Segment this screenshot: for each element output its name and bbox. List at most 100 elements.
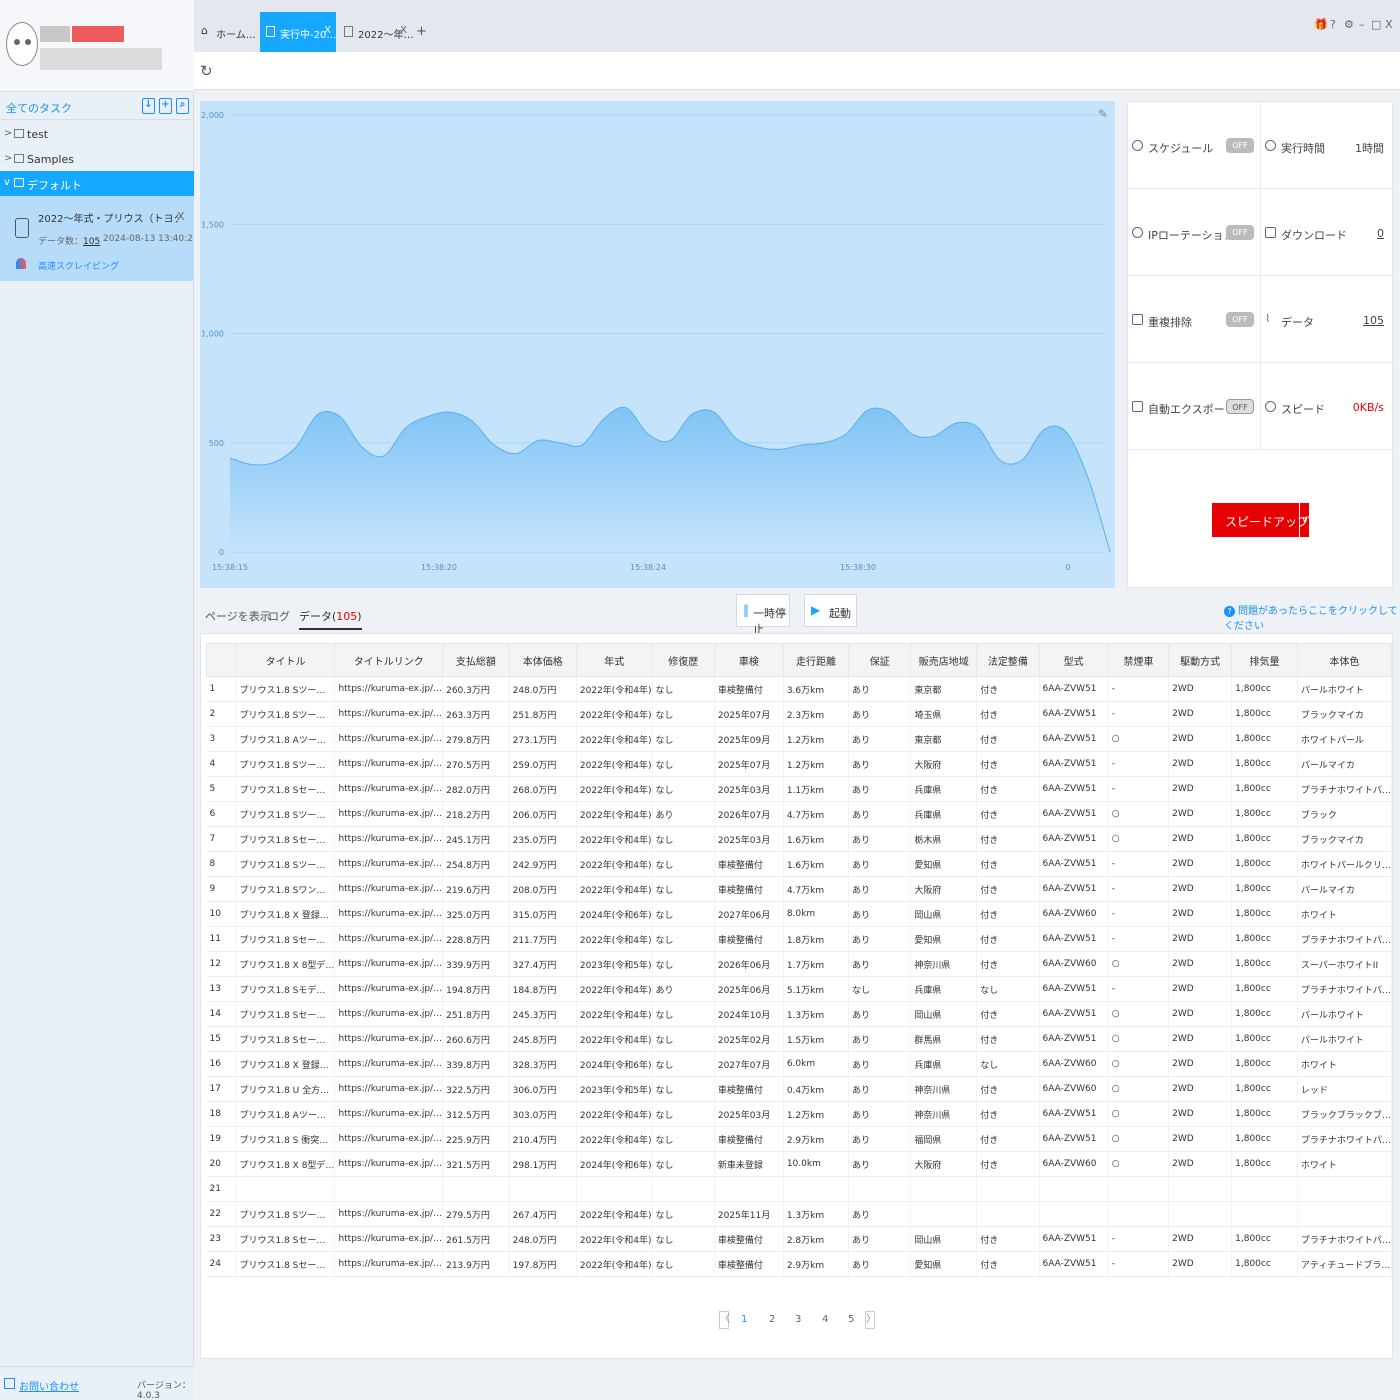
table-cell: 6AA-ZVW51 xyxy=(1039,676,1109,702)
column-header[interactable]: 車検 xyxy=(713,643,784,677)
column-header[interactable]: 排気量 xyxy=(1231,643,1298,677)
table-row[interactable]: 2 プリウス1.8 Sツー… https://kuruma-ex.jp/… 263.3… xyxy=(206,701,1393,727)
column-header[interactable] xyxy=(206,643,237,677)
tree-item-test[interactable]: > test xyxy=(0,122,194,147)
column-header[interactable]: タイトルリンク xyxy=(334,643,444,677)
page-2[interactable]: 2 xyxy=(769,1314,775,1325)
row-index: 24 xyxy=(206,1251,237,1277)
ip-rotation-toggle[interactable]: OFF xyxy=(1226,225,1254,240)
start-button[interactable]: ▶ 起動 xyxy=(804,594,857,627)
column-header[interactable]: 本体価格 xyxy=(508,643,577,677)
table-cell: 2022年(令和4年) xyxy=(576,776,653,802)
column-header[interactable]: 走行距離 xyxy=(782,643,850,677)
table-row[interactable]: 23 プリウス1.8 Sセー… https://kuruma-ex.jp/… 261.… xyxy=(206,1226,1393,1252)
search-task-icon[interactable]: ⌕ xyxy=(176,98,189,114)
add-tab-button[interactable]: + xyxy=(416,24,427,39)
maximize-icon[interactable]: □ xyxy=(1371,18,1381,31)
new-task-icon[interactable]: + xyxy=(159,98,172,114)
column-header[interactable]: 駆動方式 xyxy=(1168,643,1233,677)
column-header[interactable]: 禁煙車 xyxy=(1107,643,1170,677)
column-header[interactable]: 本体色 xyxy=(1296,643,1393,677)
table-row[interactable]: 13 プリウス1.8 Sモデ… https://kuruma-ex.jp/… 194.… xyxy=(206,976,1393,1002)
tab-task[interactable]: 2022〜年… X xyxy=(338,12,413,52)
column-header[interactable]: 型式 xyxy=(1038,643,1109,677)
dedupe-toggle[interactable]: OFF xyxy=(1226,312,1254,327)
table-row[interactable]: 6 プリウス1.8 Sツー… https://kuruma-ex.jp/… 218.2… xyxy=(206,801,1393,827)
page-3[interactable]: 3 xyxy=(795,1314,801,1325)
table-row[interactable]: 12 プリウス1.8 X 8型デ… https://kuruma-ex.jp/… 33… xyxy=(206,951,1393,977)
close-window-icon[interactable]: X xyxy=(1385,18,1393,31)
page-4[interactable]: 4 xyxy=(822,1314,828,1325)
column-header[interactable]: 法定整備 xyxy=(976,643,1040,677)
contact-link[interactable]: お問い合わせ xyxy=(19,1378,79,1393)
import-icon[interactable]: ↓ xyxy=(142,98,155,114)
next-page-button[interactable]: 〉 xyxy=(865,1311,876,1329)
refresh-icon[interactable]: ↻ xyxy=(200,62,213,80)
help-link[interactable]: ? 問題があったらここをクリックしてください xyxy=(1224,602,1400,632)
table-row[interactable]: 18 プリウス1.8 Aツー… https://kuruma-ex.jp/… 312.… xyxy=(206,1101,1393,1127)
table-row[interactable]: 22 プリウス1.8 Sツー… https://kuruma-ex.jp/… 279.… xyxy=(206,1201,1393,1227)
table-row[interactable]: 3 プリウス1.8 Aツー… https://kuruma-ex.jp/… 279.8… xyxy=(206,726,1393,752)
table-row[interactable]: 5 プリウス1.8 Sセー… https://kuruma-ex.jp/… 282.0… xyxy=(206,776,1393,802)
table-row[interactable]: 21 xyxy=(206,1176,1393,1202)
table-row[interactable]: 11 プリウス1.8 Sセー… https://kuruma-ex.jp/… 228.… xyxy=(206,926,1393,952)
task-card[interactable]: 2022〜年式・プリウス（トヨタ）の中古車… X データ数：105 2024-0… xyxy=(0,196,194,281)
table-row[interactable]: 1 プリウス1.8 Sツー… https://kuruma-ex.jp/… 260.3… xyxy=(206,676,1393,702)
table-row[interactable]: 20 プリウス1.8 X 8型デ… https://kuruma-ex.jp/… 32… xyxy=(206,1151,1393,1177)
prev-page-button[interactable]: 〈 xyxy=(719,1311,730,1329)
edit-icon[interactable]: ✎ xyxy=(1098,107,1108,121)
page-1[interactable]: 1 xyxy=(741,1314,747,1325)
minimize-icon[interactable]: – xyxy=(1359,18,1365,31)
data-value[interactable]: 105 xyxy=(1363,314,1384,327)
download-value[interactable]: 0 xyxy=(1377,227,1384,240)
table-row[interactable]: 19 プリウス1.8 S 衝突… https://kuruma-ex.jp/… 225… xyxy=(206,1126,1393,1152)
auto-export-toggle[interactable]: OFF xyxy=(1226,399,1254,414)
table-row[interactable]: 7 プリウス1.8 Sセー… https://kuruma-ex.jp/… 245.1… xyxy=(206,826,1393,852)
column-header[interactable]: 保証 xyxy=(848,643,912,677)
column-header[interactable]: 販売店地域 xyxy=(910,643,978,677)
table-row[interactable]: 16 プリウス1.8 X 登録… https://kuruma-ex.jp/… 339… xyxy=(206,1051,1393,1077)
table-cell: - xyxy=(1108,926,1170,952)
table-row[interactable]: 14 プリウス1.8 Sセー… https://kuruma-ex.jp/… 251.… xyxy=(206,1001,1393,1027)
tree-item-samples[interactable]: > Samples xyxy=(0,147,194,172)
speedup-button[interactable]: スピードアップ ∨ xyxy=(1212,503,1309,537)
page-5[interactable]: 5 xyxy=(848,1314,854,1325)
column-header[interactable]: 支払総額 xyxy=(442,643,510,677)
tab-home[interactable]: ⌂ ホーム… xyxy=(196,12,266,52)
table-row[interactable]: 17 プリウス1.8 U 全方… https://kuruma-ex.jp/… 322… xyxy=(206,1076,1393,1102)
tab-log[interactable]: ログ xyxy=(268,608,290,624)
table-cell: 1,800cc xyxy=(1231,1001,1298,1027)
table-row[interactable]: 24 プリウス1.8 Sセー… https://kuruma-ex.jp/… 213.… xyxy=(206,1251,1393,1277)
avatar[interactable] xyxy=(6,22,38,66)
table-cell: 愛知県 xyxy=(910,851,978,877)
pause-button[interactable]: ‖ 一時停止 xyxy=(736,594,790,636)
tab-data[interactable]: データ(105) xyxy=(299,608,362,630)
table-row[interactable]: 8 プリウス1.8 Sツー… https://kuruma-ex.jp/… 254.8… xyxy=(206,851,1393,877)
table-row[interactable]: 15 プリウス1.8 Sセー… https://kuruma-ex.jp/… 260.… xyxy=(206,1026,1393,1052)
tab-page-view[interactable]: ページを表示 xyxy=(205,608,271,624)
close-tab-icon[interactable]: X xyxy=(400,25,407,36)
tab-running[interactable]: 実行中-20… X xyxy=(260,12,336,52)
table-row[interactable]: 10 プリウス1.8 X 登録… https://kuruma-ex.jp/… 325… xyxy=(206,901,1393,927)
all-tasks-title[interactable]: 全てのタスク xyxy=(6,100,72,116)
table-cell: 愛知県 xyxy=(910,926,978,952)
table-row[interactable]: 9 プリウス1.8 Sワン… https://kuruma-ex.jp/… 219.6… xyxy=(206,876,1393,902)
close-tab-icon[interactable]: X xyxy=(324,25,331,36)
table-row[interactable]: 4 プリウス1.8 Sツー… https://kuruma-ex.jp/… 270.5… xyxy=(206,751,1393,777)
column-header[interactable]: タイトル xyxy=(235,643,336,677)
data-count-value[interactable]: 105 xyxy=(83,237,100,247)
settings-icon[interactable]: ⚙ xyxy=(1344,18,1354,31)
schedule-toggle[interactable]: OFF xyxy=(1226,138,1254,153)
column-header[interactable]: 年式 xyxy=(575,643,653,677)
column-header[interactable]: 修復歴 xyxy=(651,643,715,677)
table-cell: 2025年03月 xyxy=(714,1101,784,1127)
close-task-icon[interactable]: X xyxy=(177,210,185,223)
tree-item-default[interactable]: v デフォルト xyxy=(0,171,194,196)
help-icon[interactable]: ? xyxy=(1330,18,1336,31)
chevron-down-icon[interactable]: ∨ xyxy=(1299,503,1309,537)
mail-icon[interactable] xyxy=(4,1378,15,1389)
task-title[interactable]: 2022〜年式・プリウス（トヨタ）の中古車… xyxy=(38,210,178,225)
table-cell: 兵庫県 xyxy=(910,1051,978,1077)
table-cell: なし xyxy=(652,1001,715,1027)
gift-icon[interactable]: 🎁 xyxy=(1314,18,1328,31)
